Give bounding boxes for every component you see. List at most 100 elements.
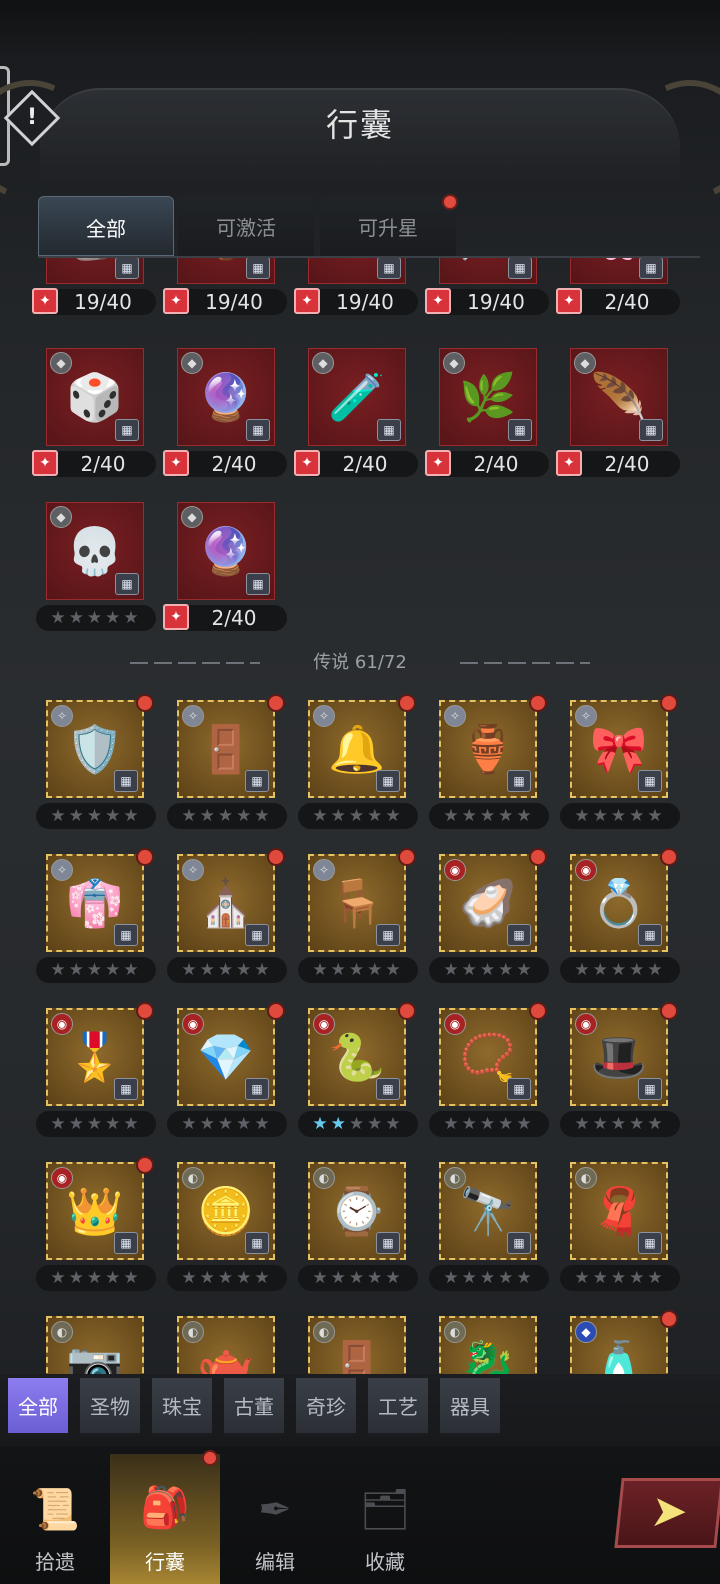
legendary-item-card[interactable]: ✧ ⛪ ▦ ★★★★★ bbox=[167, 848, 287, 986]
grid-icon[interactable]: ▦ bbox=[638, 1078, 662, 1100]
legendary-item-card[interactable]: ✧ 🎀 ▦ ★★★★★ bbox=[560, 694, 680, 832]
grid-icon[interactable]: ▦ bbox=[376, 1078, 400, 1100]
item-card[interactable]: 🌸▦ ✦ 2/40 bbox=[556, 258, 680, 318]
item-card[interactable]: ◆ 🔮 ▦ ✦ 2/40 bbox=[163, 502, 287, 634]
legendary-item-card[interactable]: ✧ 🏺 ▦ ★★★★★ bbox=[429, 694, 549, 832]
nav-gleaning[interactable]: 📜 拾遗 bbox=[0, 1466, 110, 1584]
go-button[interactable]: ➤ bbox=[614, 1478, 720, 1548]
legendary-item-card[interactable]: ◉ 🦪 ▦ ★★★★★ bbox=[429, 848, 549, 986]
legendary-item-card[interactable]: ✧ 🚪 ▦ ★★★★★ bbox=[167, 694, 287, 832]
star-empty: ★ bbox=[254, 1114, 273, 1134]
legendary-item-card[interactable]: ◐ 🧣 ▦ ★★★★★ bbox=[560, 1162, 680, 1294]
item-card[interactable]: 💎▦ ✦ 19/40 bbox=[294, 258, 418, 318]
star-rating: ★★★★★ bbox=[36, 605, 156, 631]
legendary-item-card[interactable]: ◉ 🎖️ ▦ ★★★★★ bbox=[36, 1002, 156, 1140]
item-grid[interactable]: 🗿▦ ✦19/40 🏺▦ ✦19/40 💎▦ ✦19/40 🪄▦ ✦19/40 … bbox=[0, 258, 720, 1374]
legendary-item-card[interactable]: ✧ 🛡️ ▦ ★★★★★ bbox=[36, 694, 156, 832]
legendary-item-card[interactable]: ◉ 🐍 ▦ ★★★★★ bbox=[298, 1002, 418, 1140]
grid-icon[interactable]: ▦ bbox=[246, 419, 270, 441]
grid-icon[interactable]: ▦ bbox=[245, 770, 269, 792]
item-card[interactable]: ◆ 💀 ▦ ★★★★★ bbox=[36, 502, 156, 634]
grid-icon[interactable]: ▦ bbox=[508, 258, 532, 279]
grid-icon[interactable]: ▦ bbox=[377, 419, 401, 441]
legendary-item-card[interactable]: ◐🐉▦★★★★★ bbox=[429, 1316, 539, 1374]
grid-icon[interactable]: ▦ bbox=[114, 1232, 138, 1254]
grid-icon[interactable]: ▦ bbox=[377, 258, 401, 279]
legendary-item-card[interactable]: ◉ 💎 ▦ ★★★★★ bbox=[167, 1002, 287, 1140]
legendary-item-card[interactable]: ✧ 🪑 ▦ ★★★★★ bbox=[298, 848, 418, 986]
item-card[interactable]: ◆ 🎲 ▦ ✦ 2/40 bbox=[32, 348, 156, 480]
legendary-item-card[interactable]: ◆🧴▦★★★★★ bbox=[560, 1310, 678, 1374]
legendary-item-card[interactable]: ◉ 👑 ▦ ★★★★★ bbox=[36, 1156, 156, 1294]
nav-collection[interactable]: 🗂 收藏 bbox=[330, 1466, 440, 1584]
item-card[interactable]: 🏺▦ ✦ 19/40 bbox=[163, 258, 287, 318]
grid-icon[interactable]: ▦ bbox=[638, 924, 662, 946]
item-card[interactable]: ◆ 🌿 ▦ ✦ 2/40 bbox=[425, 348, 549, 480]
nav-backpack[interactable]: 🎒 行囊 bbox=[110, 1454, 220, 1584]
grid-icon[interactable]: ▦ bbox=[114, 924, 138, 946]
legendary-item-card[interactable]: ◐ ⌚ ▦ ★★★★★ bbox=[298, 1162, 418, 1294]
grid-icon[interactable]: ▦ bbox=[114, 1078, 138, 1100]
item-card[interactable]: ◆ 🔮 ▦ ✦ 2/40 bbox=[163, 348, 287, 480]
nav-backpack-badge bbox=[202, 1450, 218, 1466]
grid-icon[interactable]: ▦ bbox=[507, 924, 531, 946]
grid-icon[interactable]: ▦ bbox=[245, 1232, 269, 1254]
grid-icon[interactable]: ▦ bbox=[639, 258, 663, 279]
category-craft[interactable]: 工艺 bbox=[368, 1378, 428, 1436]
grid-icon[interactable]: ▦ bbox=[507, 770, 531, 792]
tab-upgradable[interactable]: 可升星 bbox=[320, 196, 456, 256]
star-empty: ★ bbox=[348, 960, 368, 980]
grid-icon[interactable]: ▦ bbox=[115, 573, 139, 595]
grid-icon[interactable]: ▦ bbox=[115, 258, 139, 279]
new-badge bbox=[136, 694, 154, 712]
grid-icon[interactable]: ▦ bbox=[508, 419, 532, 441]
legendary-item-card[interactable]: ◐🫖▦★★★★★ bbox=[167, 1316, 277, 1374]
tab-all[interactable]: 全部 bbox=[38, 196, 174, 256]
grid-icon[interactable]: ▦ bbox=[507, 1232, 531, 1254]
legendary-item-card[interactable]: ◉ 📿 ▦ ★★★★★ bbox=[429, 1002, 549, 1140]
tab-upgradable-badge bbox=[442, 194, 458, 210]
star-empty: ★ bbox=[592, 806, 611, 826]
grid-icon[interactable]: ▦ bbox=[376, 770, 400, 792]
grid-icon[interactable]: ▦ bbox=[507, 1078, 531, 1100]
nav-edit[interactable]: ✒ 编辑 bbox=[220, 1466, 330, 1584]
category-relic[interactable]: 圣物 bbox=[80, 1378, 140, 1436]
legendary-item-card[interactable]: ◐📷▦★★★★★ bbox=[36, 1316, 146, 1374]
star-empty: ★ bbox=[105, 960, 124, 980]
item-card[interactable]: ◆ 🧪 ▦ ✦ 2/40 bbox=[294, 348, 418, 480]
category-utensil[interactable]: 器具 bbox=[440, 1378, 500, 1436]
grid-icon[interactable]: ▦ bbox=[638, 770, 662, 792]
legendary-item-card[interactable]: ◉ 🎩 ▦ ★★★★★ bbox=[560, 1002, 680, 1140]
grid-icon[interactable]: ▦ bbox=[638, 1232, 662, 1254]
item-card[interactable]: 🪄▦ ✦ 19/40 bbox=[425, 258, 549, 318]
grid-icon[interactable]: ▦ bbox=[245, 1078, 269, 1100]
tab-activatable[interactable]: 可激活 bbox=[178, 196, 314, 256]
grid-icon[interactable]: ▦ bbox=[376, 1232, 400, 1254]
item-frame: ◆ 💀 ▦ bbox=[46, 502, 144, 600]
star-empty: ★ bbox=[443, 1114, 462, 1134]
grid-icon[interactable]: ▦ bbox=[376, 924, 400, 946]
item-card[interactable]: 🗿▦ ✦ 19/40 bbox=[32, 258, 156, 318]
grid-icon[interactable]: ▦ bbox=[115, 419, 139, 441]
legendary-item-card[interactable]: ◐🚪▦★★★★★ bbox=[298, 1316, 408, 1374]
grid-icon[interactable]: ▦ bbox=[114, 770, 138, 792]
item-card[interactable]: ◆ 🪶 ▦ ✦ 2/40 bbox=[556, 348, 680, 480]
collection-icon: 🗂 bbox=[359, 1487, 411, 1533]
legendary-item-card[interactable]: ◐ 🔭 ▦ ★★★★★ bbox=[429, 1162, 549, 1294]
legendary-item-card[interactable]: ◉ 💍 ▦ ★★★★★ bbox=[560, 848, 680, 986]
star-empty: ★ bbox=[254, 960, 273, 980]
legendary-item-card[interactable]: ✧ 👘 ▦ ★★★★★ bbox=[36, 848, 156, 986]
category-jewelry[interactable]: 珠宝 bbox=[152, 1378, 212, 1436]
grid-icon[interactable]: ▦ bbox=[245, 924, 269, 946]
legendary-item-card[interactable]: ◐ 🪙 ▦ ★★★★★ bbox=[167, 1162, 287, 1294]
category-curio[interactable]: 奇珍 bbox=[296, 1378, 356, 1436]
grid-icon[interactable]: ▦ bbox=[639, 419, 663, 441]
star-empty: ★ bbox=[461, 806, 480, 826]
legendary-item-card[interactable]: ✧ 🔔 ▦ ★★★★★ bbox=[298, 694, 418, 832]
grid-icon[interactable]: ▦ bbox=[246, 573, 270, 595]
star-rating: ★★★★★ bbox=[429, 803, 549, 829]
category-all[interactable]: 全部 bbox=[8, 1378, 68, 1436]
grid-icon[interactable]: ▦ bbox=[246, 258, 270, 279]
star-empty: ★ bbox=[123, 806, 142, 826]
category-antique[interactable]: 古董 bbox=[224, 1378, 284, 1436]
